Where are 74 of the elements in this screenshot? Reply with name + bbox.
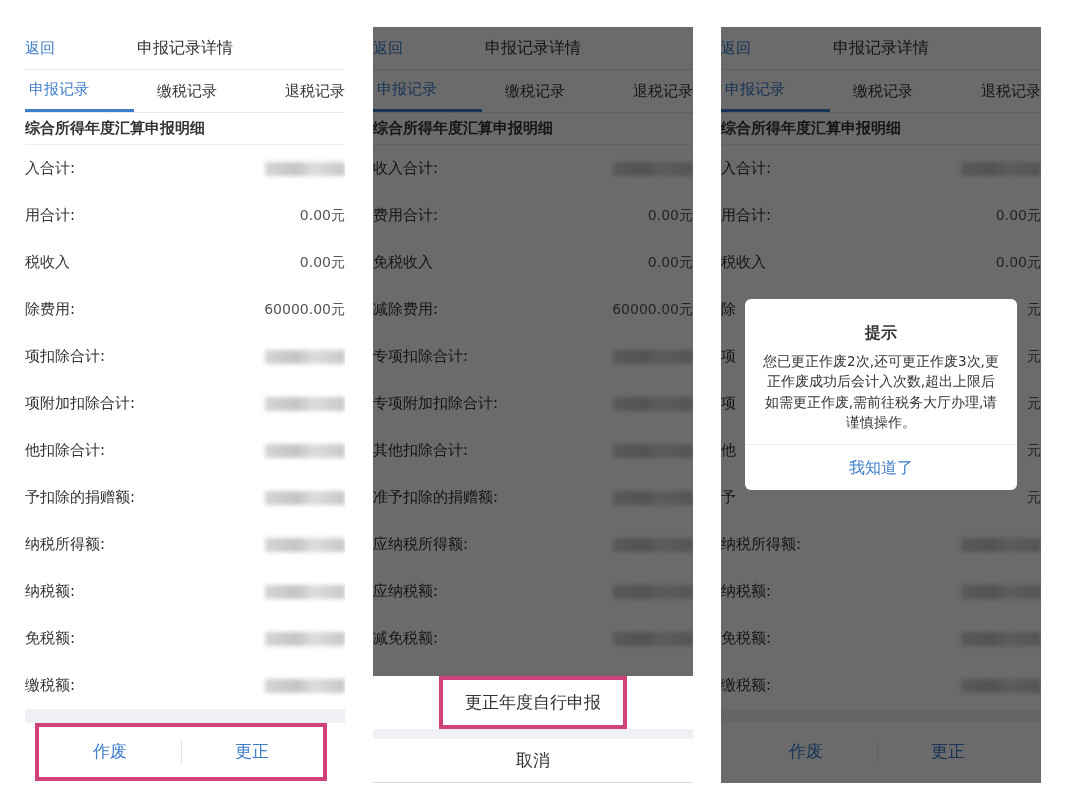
field-label: 减除费用:	[373, 299, 439, 321]
field-value: 元	[1027, 394, 1041, 413]
field-label: 予	[721, 487, 736, 509]
field-label: 除费用:	[25, 299, 76, 321]
tab[interactable]: 申报记录	[373, 70, 483, 112]
field-label: 免税额:	[25, 628, 76, 650]
field-value: 0.00元	[647, 253, 693, 272]
field-label: 准予扣除的捐赠额:	[373, 487, 499, 509]
tab[interactable]: 申报记录	[25, 70, 135, 112]
tab[interactable]: 退税记录	[239, 70, 345, 112]
page-title: 申报记录详情	[485, 37, 581, 59]
tab[interactable]: 缴税记录	[134, 70, 240, 112]
field-label: 项附加扣除合计:	[25, 393, 136, 415]
page-title: 申报记录详情	[833, 37, 929, 59]
field-label: 纳税所得额:	[25, 534, 106, 556]
field-label: 纳税所得额:	[721, 534, 802, 556]
field-label: 缴税额:	[721, 675, 772, 697]
tab[interactable]: 退税记录	[935, 70, 1041, 112]
field-label: 应纳税所得额:	[373, 534, 469, 556]
field-label: 用合计:	[25, 205, 76, 227]
tab[interactable]: 申报记录	[721, 70, 831, 112]
field-value: 0.00元	[995, 253, 1041, 272]
tab[interactable]: 缴税记录	[830, 70, 936, 112]
field-label: 减免税额:	[373, 628, 439, 650]
field-label: 他扣除合计:	[25, 440, 106, 462]
field-value: 0.00元	[647, 206, 693, 225]
dialog-title: 提示	[865, 322, 897, 344]
back-link[interactable]: 返回	[373, 36, 403, 60]
field-label: 项	[721, 393, 736, 415]
field-label: 专项扣除合计:	[373, 346, 469, 368]
sheet-action[interactable]: 更正年度自行申报	[439, 675, 627, 729]
field-label: 用合计:	[721, 205, 772, 227]
tab[interactable]: 缴税记录	[482, 70, 588, 112]
footer-button[interactable]: 更正	[181, 738, 323, 766]
field-label: 缴税额:	[25, 675, 76, 697]
field-value: 元	[1027, 347, 1041, 366]
page-title: 申报记录详情	[137, 37, 233, 59]
field-label: 入合计:	[25, 158, 76, 180]
field-label: 费用合计:	[373, 205, 439, 227]
field-label: 纳税额:	[25, 581, 76, 603]
field-value: 元	[1027, 441, 1041, 460]
field-value: 0.00元	[995, 206, 1041, 225]
field-label: 税收入	[25, 252, 70, 274]
field-label: 专项附加扣除合计:	[373, 393, 499, 415]
section-title: 综合所得年度汇算申报明细	[373, 118, 553, 140]
field-label: 收入合计:	[373, 158, 439, 180]
field-value: 0.00元	[299, 253, 345, 272]
field-label: 税收入	[721, 252, 766, 274]
tab[interactable]: 退税记录	[587, 70, 693, 112]
field-label: 纳税额:	[721, 581, 772, 603]
field-label: 免税收入	[373, 252, 433, 274]
field-label: 免税额:	[721, 628, 772, 650]
field-label: 除	[721, 299, 736, 321]
field-label: 予扣除的捐赠额:	[25, 487, 136, 509]
back-link[interactable]: 返回	[25, 36, 55, 60]
field-label: 应纳税额:	[373, 581, 439, 603]
footer-button[interactable]: 作废	[735, 738, 877, 766]
field-label: 他	[721, 440, 736, 462]
section-title: 综合所得年度汇算申报明细	[25, 118, 205, 140]
field-label: 项扣除合计:	[25, 346, 106, 368]
field-value: 元	[1027, 488, 1041, 507]
confirm-button[interactable]: 我知道了	[745, 444, 1017, 490]
field-label: 项	[721, 346, 736, 368]
footer-button[interactable]: 作废	[39, 738, 181, 766]
field-label: 入合计:	[721, 158, 772, 180]
field-value: 60000.00元	[612, 300, 693, 319]
footer-button[interactable]: 更正	[877, 738, 1019, 766]
field-label: 其他扣除合计:	[373, 440, 469, 462]
field-value: 60000.00元	[264, 300, 345, 319]
back-link[interactable]: 返回	[721, 36, 751, 60]
field-value: 0.00元	[299, 206, 345, 225]
dialog-message: 您已更正作废2次,还可更正作废3次,更正作废成功后会计入次数,超出上限后如需更正作废,需前往税务大厅办理,请谨慎操作。	[762, 352, 1000, 432]
field-value: 元	[1027, 300, 1041, 319]
section-title: 综合所得年度汇算申报明细	[721, 118, 901, 140]
